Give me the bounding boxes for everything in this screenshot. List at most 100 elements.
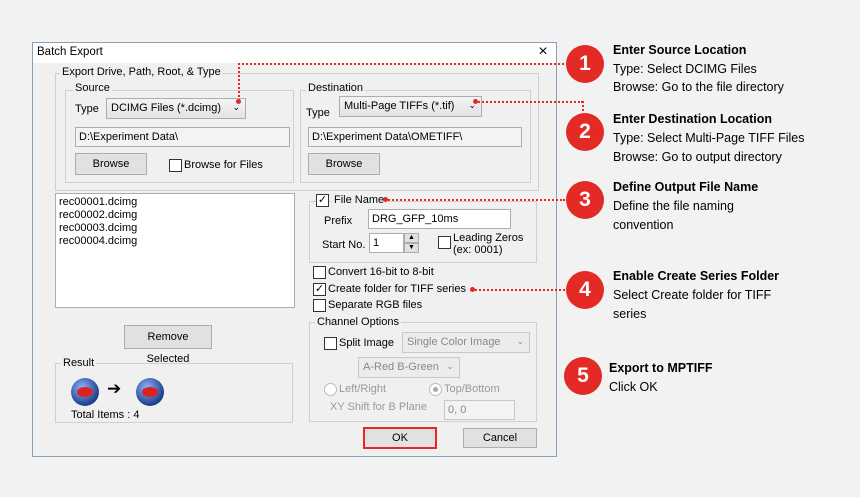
list-item[interactable]: rec00004.dcimg [59, 235, 137, 247]
source-type-label: Type [75, 103, 99, 115]
xy-shift-input[interactable]: 0, 0 [444, 400, 515, 420]
step-2-line-2: Browse: Go to output directory [613, 150, 782, 164]
leading-zeros-checkbox[interactable] [438, 236, 451, 249]
connector-2-end [473, 99, 478, 104]
source-type-value: DCIMG Files (*.dcimg) [111, 102, 222, 114]
step-4-line-2: series [613, 307, 647, 321]
step-3-line-2: convention [613, 218, 674, 232]
destination-type-value: Multi-Page TIFFs (*.tif) [344, 100, 455, 112]
left-right-radio[interactable] [324, 383, 337, 396]
connector-3-end [383, 197, 388, 202]
connector-2-drop [582, 101, 584, 111]
color-mode-select[interactable]: A-Red B-Green ⌄ [358, 357, 460, 378]
connector-3 [385, 199, 565, 201]
destination-group-label: Destination [306, 82, 366, 94]
leading-zeros-example: (ex: 0001) [453, 244, 503, 256]
arrow-right-icon: ➔ [107, 379, 122, 398]
destination-type-select[interactable]: Multi-Page TIFFs (*.tif) ⌄ [339, 96, 482, 117]
split-mode-select[interactable]: Single Color Image ⌄ [402, 332, 530, 353]
title-bar: Batch Export × [33, 43, 556, 63]
source-file-icon [71, 378, 99, 406]
source-type-select[interactable]: DCIMG Files (*.dcimg) ⌄ [106, 98, 246, 119]
prefix-input[interactable]: DRG_GFP_10ms [368, 209, 511, 229]
chevron-down-icon: ⌄ [516, 336, 524, 346]
output-file-icon [136, 378, 164, 406]
convert-8bit-label: Convert 16-bit to 8-bit [328, 266, 434, 278]
color-mode-value: A-Red B-Green [363, 361, 439, 373]
leading-zeros-text: Leading Zeros [453, 232, 524, 244]
ok-button[interactable]: OK [363, 427, 437, 449]
destination-path-field[interactable]: D:\Experiment Data\OMETIFF\ [308, 127, 522, 147]
step-5-title: Export to MPTIFF [609, 361, 713, 375]
split-image-checkbox[interactable] [324, 337, 337, 350]
split-image-label: Split Image [339, 337, 395, 349]
file-name-label: File Name [332, 194, 387, 206]
step-3-line-1: Define the file naming [613, 199, 734, 213]
step-4-title: Enable Create Series Folder [613, 269, 780, 283]
total-items-text: Total Items : 4 [71, 409, 140, 421]
connector-2 [475, 101, 583, 103]
prefix-label: Prefix [324, 215, 353, 227]
xy-shift-value: 0, 0 [448, 404, 467, 416]
convert-8bit-checkbox[interactable] [313, 266, 326, 279]
list-item[interactable]: rec00002.dcimg [59, 209, 137, 221]
leading-zeros-label: Leading Zeros (ex: 0001) [453, 232, 523, 256]
close-icon[interactable]: × [533, 42, 553, 62]
result-group-label: Result [61, 357, 97, 369]
cancel-label: Cancel [482, 432, 518, 444]
source-browse-button[interactable]: Browse [75, 153, 147, 175]
remove-selected-button[interactable]: Remove Selected [124, 325, 212, 365]
destination-browse-button[interactable]: Browse [308, 153, 380, 175]
connector-1-end [236, 99, 241, 104]
separate-rgb-label: Separate RGB files [328, 299, 423, 311]
chevron-down-icon: ⌄ [446, 361, 454, 371]
connector-1-drop [238, 63, 240, 101]
connector-4-end [470, 287, 475, 292]
step-1-line-2: Browse: Go to the file directory [613, 80, 784, 94]
step-1-title: Enter Source Location [613, 43, 747, 57]
ok-label: OK [392, 432, 408, 444]
create-folder-label: Create folder for TIFF series [328, 283, 466, 295]
destination-type-label: Type [306, 107, 330, 119]
browse-for-files-checkbox[interactable] [169, 159, 182, 172]
step-4-badge: 4 [566, 271, 604, 309]
connector-4 [472, 289, 565, 291]
start-no-value: 1 [373, 237, 380, 249]
file-name-checkbox[interactable]: ✓ [316, 194, 329, 207]
spin-down-button[interactable]: ▼ [404, 243, 419, 253]
source-path-field[interactable]: D:\Experiment Data\ [75, 127, 290, 147]
split-mode-value: Single Color Image [407, 336, 501, 348]
destination-browse-label: Browse [325, 158, 363, 170]
source-browse-label: Browse [92, 158, 130, 170]
step-2-line-1: Type: Select Multi-Page TIFF Files [613, 131, 805, 145]
create-folder-checkbox[interactable]: ✓ [313, 283, 326, 296]
browse-for-files-label: Browse for Files [184, 159, 263, 171]
list-item[interactable]: rec00003.dcimg [59, 222, 137, 234]
left-right-label: Left/Right [339, 383, 387, 395]
dialog-title: Batch Export [37, 46, 103, 58]
step-5-line-1: Click OK [609, 380, 658, 394]
xy-shift-label: XY Shift for B Plane [330, 401, 428, 413]
step-3-badge: 3 [566, 181, 604, 219]
export-group-label: Export Drive, Path, Root, & Type [60, 66, 223, 78]
step-4-line-1: Select Create folder for TIFF [613, 288, 772, 302]
source-group-label: Source [73, 82, 112, 94]
start-no-input[interactable]: 1 [369, 233, 404, 253]
top-bottom-label: Top/Bottom [444, 383, 500, 395]
separate-rgb-checkbox[interactable] [313, 299, 326, 312]
list-item[interactable]: rec00001.dcimg [59, 196, 137, 208]
step-3-title: Define Output File Name [613, 180, 759, 194]
batch-export-dialog: Batch Export × Export Drive, Path, Root,… [32, 42, 557, 457]
step-1-line-1: Type: Select DCIMG Files [613, 62, 757, 76]
step-2-title: Enter Destination Location [613, 112, 773, 126]
top-bottom-radio[interactable] [429, 383, 442, 396]
step-2-badge: 2 [566, 113, 604, 151]
spin-up-button[interactable]: ▲ [404, 233, 419, 243]
start-no-label: Start No. [322, 239, 366, 251]
step-1-badge: 1 [566, 45, 604, 83]
file-list[interactable]: rec00001.dcimg rec00002.dcimg rec00003.d… [55, 193, 295, 308]
channel-options-label: Channel Options [315, 316, 401, 328]
step-5-badge: 5 [564, 357, 602, 395]
cancel-button[interactable]: Cancel [463, 428, 537, 448]
connector-1 [238, 63, 568, 65]
